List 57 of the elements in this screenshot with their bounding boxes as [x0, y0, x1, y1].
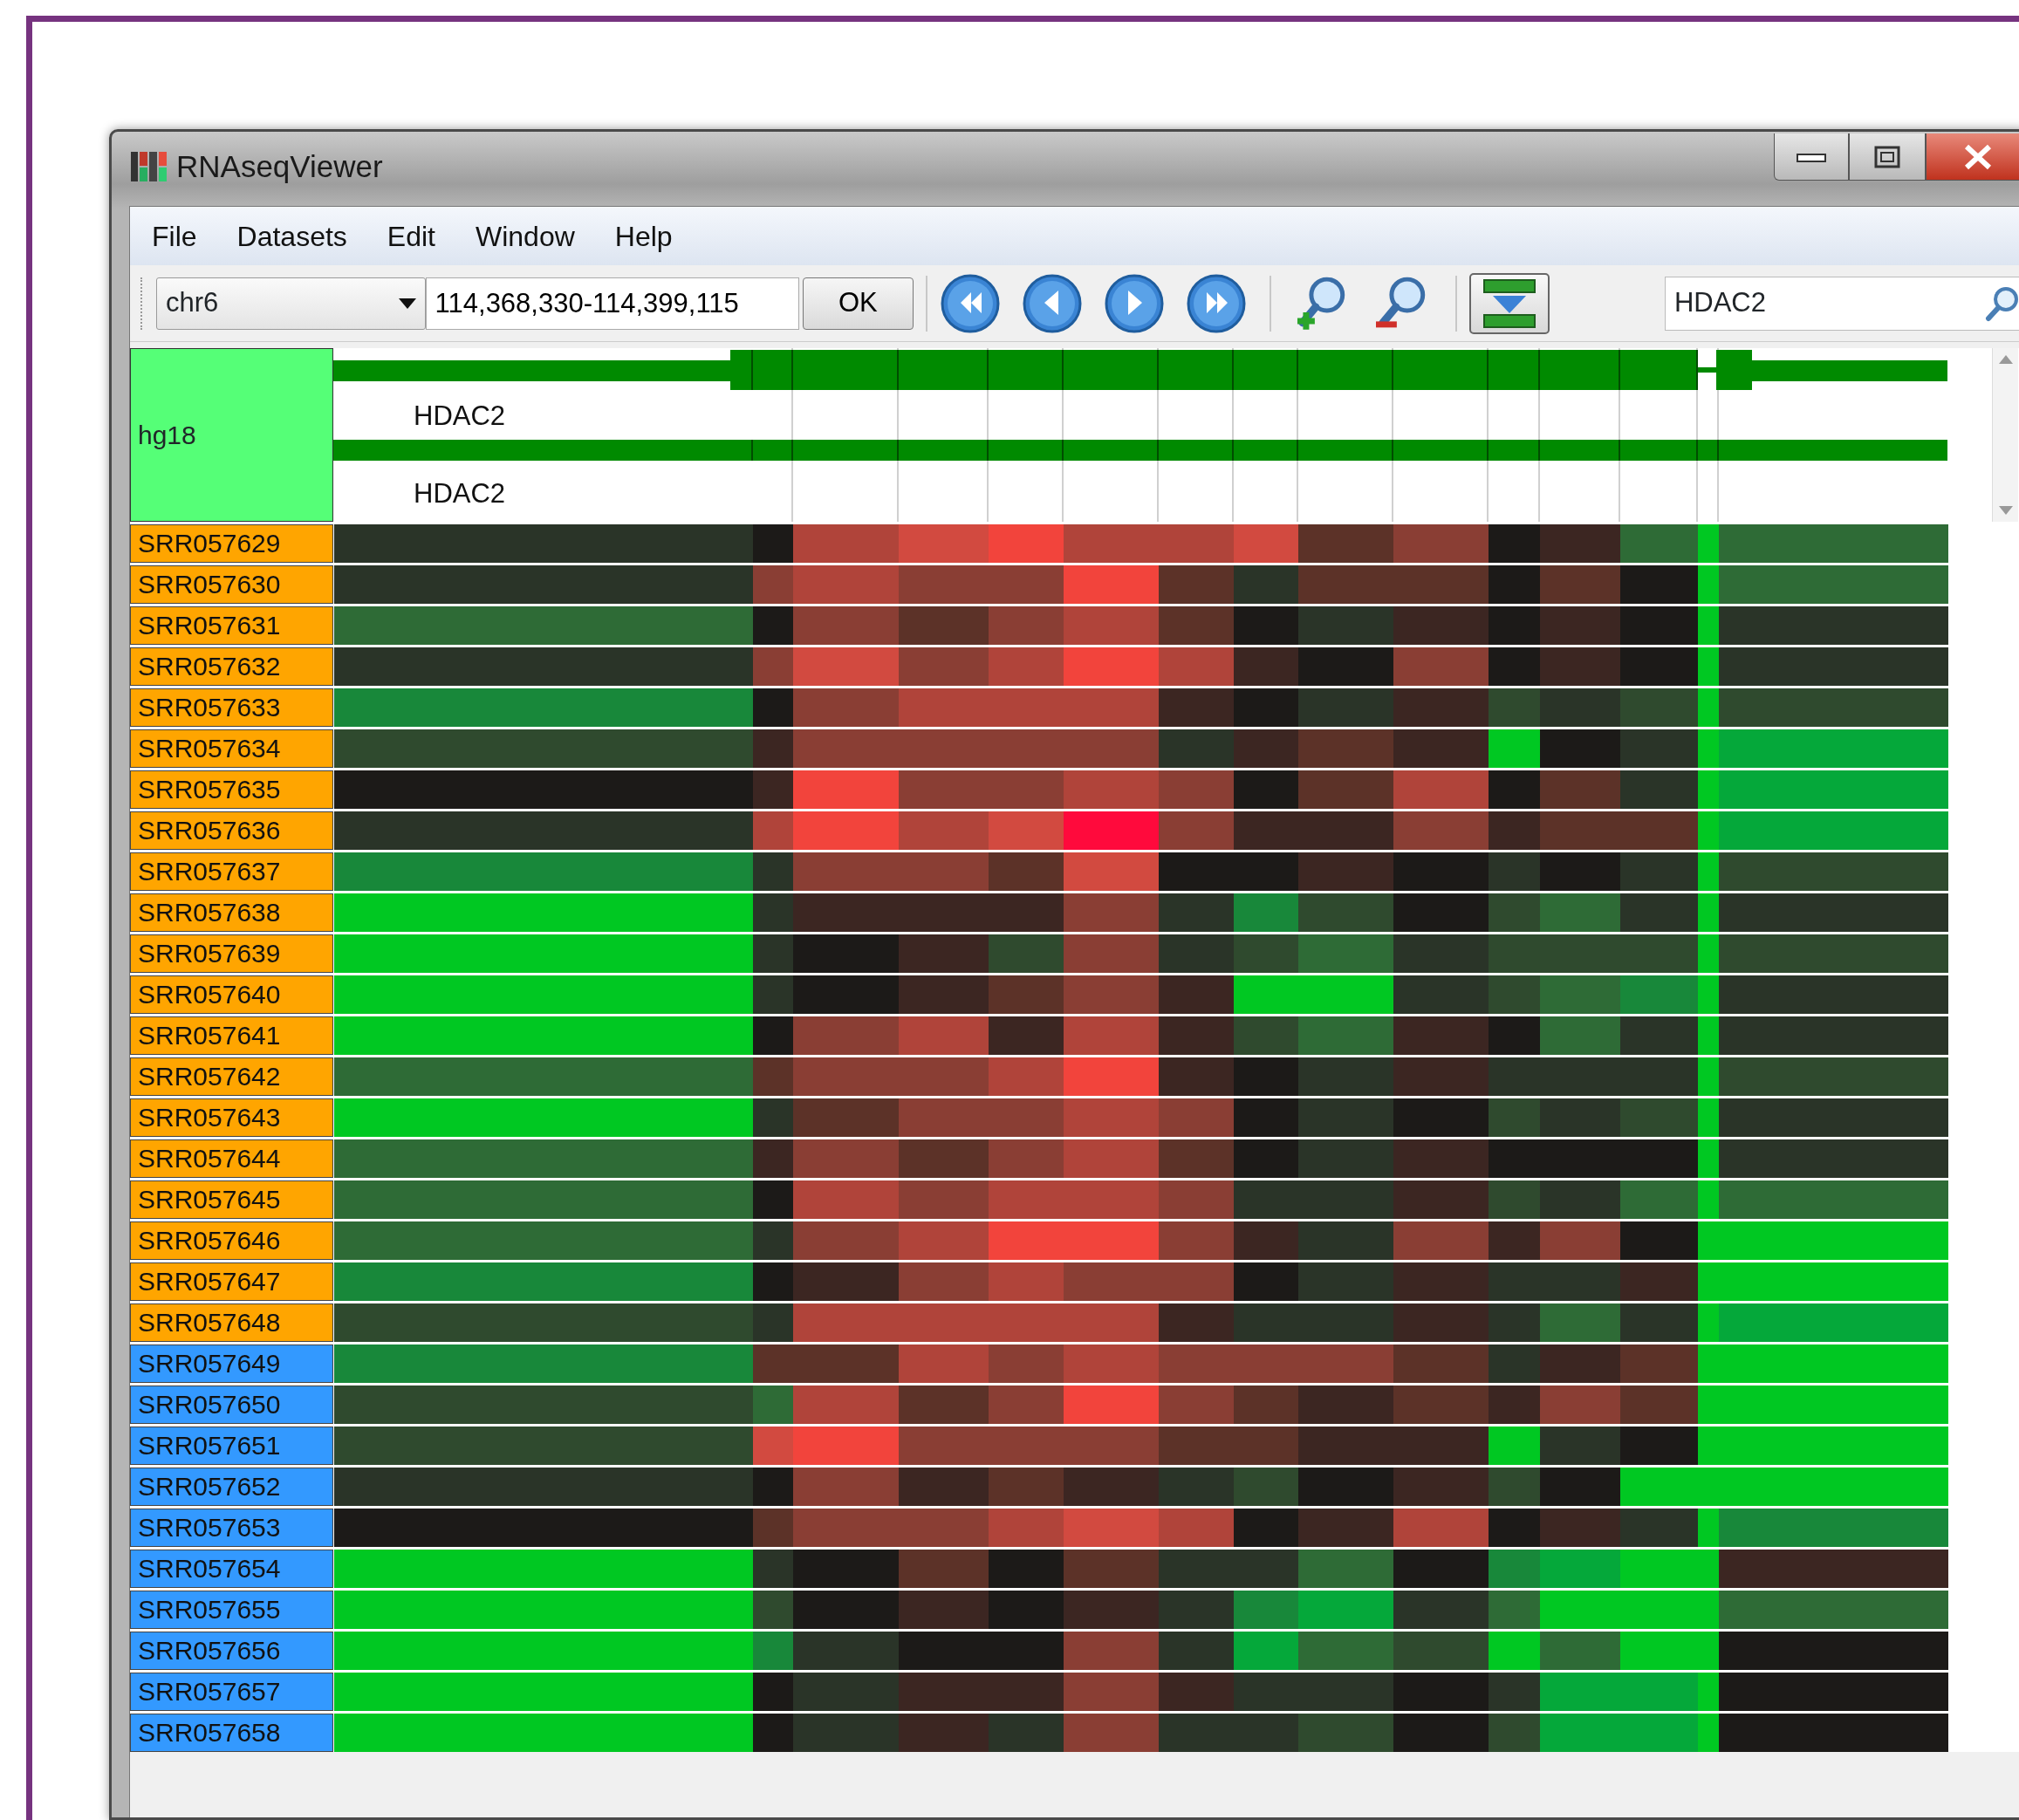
sample-label[interactable]: SRR057656 [130, 1632, 333, 1670]
back-icon[interactable] [1022, 272, 1084, 334]
sample-label[interactable]: SRR057630 [130, 565, 333, 604]
sample-label[interactable]: SRR057651 [130, 1427, 333, 1465]
gene-label: HDAC2 [414, 478, 506, 509]
sample-label[interactable]: SRR057638 [130, 893, 333, 932]
maximize-button[interactable] [1849, 133, 1926, 181]
menu-item[interactable]: Datasets [216, 215, 367, 257]
sample-label[interactable]: SRR057631 [130, 606, 333, 645]
sample-label[interactable]: SRR057635 [130, 770, 333, 809]
sample-label[interactable]: SRR057643 [130, 1098, 333, 1137]
sample-label[interactable]: SRR057653 [130, 1509, 333, 1547]
ok-button[interactable]: OK [802, 277, 914, 330]
sample-label[interactable]: SRR057639 [130, 934, 333, 973]
forward-icon[interactable] [1104, 272, 1166, 334]
menu-item[interactable]: File [132, 215, 217, 257]
sample-label[interactable]: SRR057648 [130, 1303, 333, 1342]
maximize-icon [1874, 145, 1900, 168]
sample-label[interactable]: SRR057652 [130, 1468, 333, 1506]
sample-label[interactable]: SRR057640 [130, 975, 333, 1014]
sample-label[interactable]: SRR057658 [130, 1714, 333, 1752]
close-icon [1963, 143, 1993, 170]
fit-button[interactable] [1469, 272, 1550, 334]
close-button[interactable] [1926, 133, 2019, 181]
sample-label[interactable]: SRR057650 [130, 1386, 333, 1424]
sample-label[interactable]: SRR057657 [130, 1673, 333, 1711]
sample-label[interactable]: SRR057634 [130, 729, 333, 768]
menu-item[interactable]: Edit [366, 215, 455, 257]
scroll-down-icon[interactable] [1998, 506, 2013, 515]
window-title: RNAseqViewer [176, 147, 383, 185]
genome-label: hg18 [130, 348, 333, 522]
menu-item[interactable]: Help [594, 215, 693, 257]
sample-label[interactable]: SRR057637 [130, 852, 333, 891]
search-field[interactable]: HDAC2 [1664, 276, 2019, 331]
sample-label[interactable]: SRR057649 [130, 1344, 333, 1383]
sample-label[interactable]: SRR057633 [130, 688, 333, 727]
sample-label[interactable]: SRR057644 [130, 1139, 333, 1178]
sample-label[interactable]: SRR057654 [130, 1550, 333, 1588]
location-field[interactable]: 114,368,330-114,399,115 [425, 277, 799, 330]
sample-label[interactable]: SRR057641 [130, 1016, 333, 1055]
minimize-button[interactable] [1774, 133, 1849, 181]
dropdown-arrow-icon [398, 298, 416, 309]
sample-label[interactable]: SRR057645 [130, 1180, 333, 1219]
sample-label[interactable]: SRR057647 [130, 1262, 333, 1301]
search-icon [1985, 284, 2019, 322]
gene-label: HDAC2 [414, 400, 506, 431]
fast-forward-icon[interactable] [1186, 272, 1248, 334]
sample-label[interactable]: SRR057655 [130, 1591, 333, 1629]
sample-label[interactable]: SRR057629 [130, 524, 333, 563]
sample-label[interactable]: SRR057632 [130, 647, 333, 686]
sample-label[interactable]: SRR057646 [130, 1221, 333, 1260]
rewind-icon[interactable] [940, 272, 1002, 334]
scroll-up-icon[interactable] [1998, 355, 2013, 364]
sample-label[interactable]: SRR057642 [130, 1057, 333, 1096]
menu-item[interactable]: Window [455, 215, 595, 257]
chromosome-dropdown[interactable]: chr6 [156, 277, 426, 330]
sample-label[interactable]: SRR057636 [130, 811, 333, 850]
